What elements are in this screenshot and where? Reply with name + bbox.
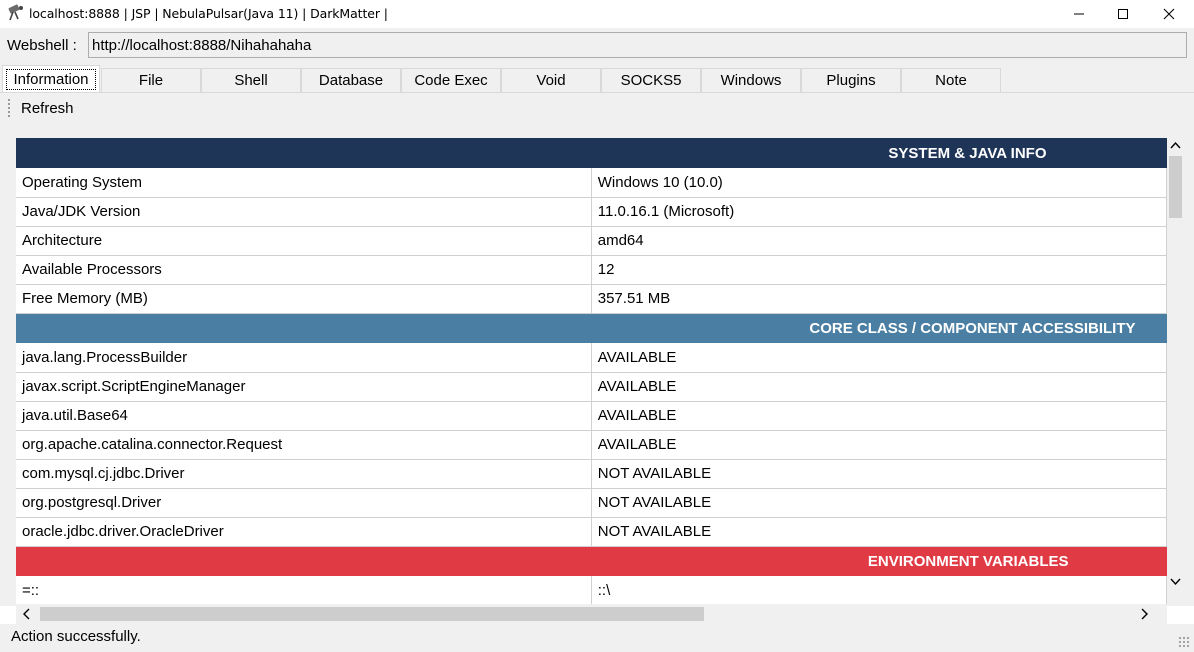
status-text: Action successfully. xyxy=(11,628,141,645)
tab-label: Information xyxy=(6,68,96,90)
toolbar-grip[interactable] xyxy=(8,99,10,117)
section-header-core: CORE CLASS / COMPONENT ACCESSIBILITY xyxy=(16,313,1167,343)
webshell-label: Webshell : xyxy=(7,37,77,54)
info-key: Available Processors xyxy=(16,255,592,285)
table-row: =::::\ xyxy=(16,576,1167,604)
section-title: ENVIRONMENT VARIABLES xyxy=(16,546,1167,576)
section-title: SYSTEM & JAVA INFO xyxy=(16,138,1167,168)
info-table: SYSTEM & JAVA INFO Operating System Windo… xyxy=(16,138,1167,604)
maximize-button[interactable] xyxy=(1100,0,1146,28)
table-row: Free Memory (MB) 357.51 MB xyxy=(16,284,1167,314)
table-row: javax.script.ScriptEngineManager AVAILABL… xyxy=(16,372,1167,402)
scroll-up-icon[interactable] xyxy=(1170,141,1181,149)
maximize-icon xyxy=(1118,9,1128,19)
info-value: AVAILABLE xyxy=(591,372,1167,402)
table-row: oracle.jdbc.driver.OracleDriver NOT AVAIL… xyxy=(16,517,1167,547)
tab-label: Database xyxy=(318,72,384,89)
info-value: 12 xyxy=(591,255,1167,285)
table-row: com.mysql.cj.jdbc.Driver NOT AVAILABLE xyxy=(16,459,1167,489)
table-row: Java/JDK Version 11.0.16.1 (Microsoft) xyxy=(16,197,1167,227)
info-key: org.apache.catalina.connector.Request xyxy=(16,430,592,460)
close-button[interactable] xyxy=(1146,0,1192,28)
info-key: java.lang.ProcessBuilder xyxy=(16,343,592,373)
minimize-button[interactable] xyxy=(1056,0,1102,28)
info-key: org.postgresql.Driver xyxy=(16,488,592,518)
tab-label: Void xyxy=(536,72,566,89)
info-value: NOT AVAILABLE xyxy=(591,459,1167,489)
info-value: AVAILABLE xyxy=(591,401,1167,431)
scroll-down-icon[interactable] xyxy=(1170,578,1181,586)
scroll-left-icon[interactable] xyxy=(22,608,30,620)
section-title: CORE CLASS / COMPONENT ACCESSIBILITY xyxy=(16,313,1167,343)
info-value: NOT AVAILABLE xyxy=(591,488,1167,518)
info-key: Free Memory (MB) xyxy=(16,284,592,314)
table-row: org.postgresql.Driver NOT AVAILABLE xyxy=(16,488,1167,518)
info-key: com.mysql.cj.jdbc.Driver xyxy=(16,459,592,489)
vertical-scroll-thumb[interactable] xyxy=(1169,156,1182,218)
table-row: java.lang.ProcessBuilder AVAILABLE xyxy=(16,343,1167,373)
tab-label: Shell xyxy=(234,72,268,89)
tab-label: Note xyxy=(935,72,967,89)
status-bar: Action successfully. xyxy=(0,624,1194,652)
satellite-icon xyxy=(6,4,26,22)
tab-windows[interactable]: Windows xyxy=(701,68,801,92)
close-icon xyxy=(1163,8,1175,20)
webshell-url-input[interactable] xyxy=(88,32,1187,58)
tab-note[interactable]: Note xyxy=(901,68,1001,92)
tab-label: File xyxy=(138,72,164,89)
resize-grip-icon[interactable] xyxy=(1178,636,1190,648)
tab-label: Windows xyxy=(720,72,782,89)
info-value: ::\ xyxy=(591,576,1167,604)
info-value: AVAILABLE xyxy=(591,343,1167,373)
section-header-env: ENVIRONMENT VARIABLES xyxy=(16,546,1167,576)
toolbar: Refresh xyxy=(0,92,1194,122)
tab-file[interactable]: File xyxy=(101,68,201,92)
section-header-system: SYSTEM & JAVA INFO xyxy=(16,138,1167,168)
info-value: Windows 10 (10.0) xyxy=(591,168,1167,198)
information-panel: SYSTEM & JAVA INFO Operating System Windo… xyxy=(0,122,1194,606)
info-key: java.util.Base64 xyxy=(16,401,592,431)
minimize-icon xyxy=(1074,13,1084,15)
info-key: Operating System xyxy=(16,168,592,198)
tab-socks5[interactable]: SOCKS5 xyxy=(601,68,701,92)
refresh-button[interactable]: Refresh xyxy=(21,100,74,117)
info-value: NOT AVAILABLE xyxy=(591,517,1167,547)
tab-void[interactable]: Void xyxy=(501,68,601,92)
table-row: Architecture amd64 xyxy=(16,226,1167,256)
info-key: javax.script.ScriptEngineManager xyxy=(16,372,592,402)
tab-shell[interactable]: Shell xyxy=(201,68,301,92)
table-row: Operating System Windows 10 (10.0) xyxy=(16,168,1167,198)
table-row: org.apache.catalina.connector.Request AVA… xyxy=(16,430,1167,460)
tab-information[interactable]: Information xyxy=(2,65,100,92)
info-value: 11.0.16.1 (Microsoft) xyxy=(591,197,1167,227)
info-value: AVAILABLE xyxy=(591,430,1167,460)
tab-bar: Information File Shell Database Code Exe… xyxy=(0,64,1194,92)
info-value: 357.51 MB xyxy=(591,284,1167,314)
table-row: java.util.Base64 AVAILABLE xyxy=(16,401,1167,431)
table-row: Available Processors 12 xyxy=(16,255,1167,285)
tab-plugins[interactable]: Plugins xyxy=(801,68,901,92)
window-title: localhost:8888 | JSP | NebulaPulsar(Java… xyxy=(29,6,388,21)
tab-label: SOCKS5 xyxy=(620,72,682,89)
tab-label: Code Exec xyxy=(414,72,488,89)
tab-label: Plugins xyxy=(826,72,876,89)
info-value: amd64 xyxy=(591,226,1167,256)
scroll-right-icon[interactable] xyxy=(1141,608,1149,620)
title-bar[interactable]: localhost:8888 | JSP | NebulaPulsar(Java… xyxy=(0,0,1194,28)
info-key: =:: xyxy=(16,576,592,604)
tab-code-exec[interactable]: Code Exec xyxy=(401,68,501,92)
info-scroll-viewport: SYSTEM & JAVA INFO Operating System Windo… xyxy=(16,138,1167,604)
info-key: oracle.jdbc.driver.OracleDriver xyxy=(16,517,592,547)
info-key: Java/JDK Version xyxy=(16,197,592,227)
tab-database[interactable]: Database xyxy=(301,68,401,92)
horizontal-scroll-thumb[interactable] xyxy=(40,607,704,621)
webshell-row: Webshell : xyxy=(0,28,1194,64)
info-key: Architecture xyxy=(16,226,592,256)
